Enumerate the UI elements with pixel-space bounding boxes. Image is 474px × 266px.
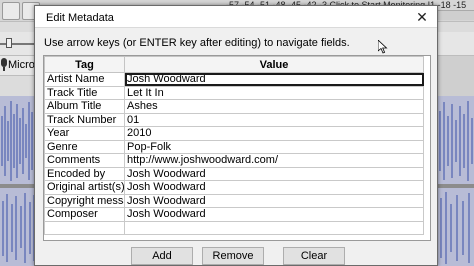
value-cell[interactable]	[124, 220, 424, 235]
tag-cell[interactable]: Copyright message	[44, 193, 125, 208]
value-cell[interactable]: Let It In	[124, 85, 424, 100]
value-cell[interactable]: 01	[124, 112, 424, 127]
value-cell[interactable]: Josh Woodward	[124, 193, 424, 208]
tag-cell[interactable]: Artist Name	[44, 72, 125, 87]
table-header-row: Tag Value	[44, 56, 424, 73]
value-cell[interactable]: Josh Woodward	[124, 166, 424, 181]
tag-cell[interactable]: Encoded by	[44, 166, 125, 181]
table-row[interactable]: Composer Josh Woodward	[44, 207, 424, 222]
clear-button[interactable]: Clear	[283, 247, 345, 265]
tag-cell[interactable]: Track Title	[44, 85, 125, 100]
volume-slider-knob[interactable]	[6, 38, 12, 48]
table-row[interactable]: Original artist(s) Josh Woodward	[44, 180, 424, 195]
tag-cell[interactable]: Original artist(s)	[44, 180, 125, 195]
table-row[interactable]: Copyright message Josh Woodward	[44, 193, 424, 208]
value-cell[interactable]: http://www.joshwoodward.com/	[124, 153, 424, 168]
tag-cell[interactable]: Composer	[44, 207, 125, 222]
dialog-title: Edit Metadata	[46, 12, 114, 24]
tag-cell[interactable]: Album Title	[44, 99, 125, 114]
metadata-grid[interactable]: Tag Value Artist Name Josh Woodward Trac…	[43, 55, 431, 241]
waveform-right	[437, 96, 474, 266]
table-row[interactable]: Year 2010	[44, 126, 424, 141]
column-header-value[interactable]: Value	[124, 56, 424, 73]
add-button[interactable]: Add	[131, 247, 193, 265]
table-row[interactable]: Artist Name Josh Woodward	[44, 72, 424, 87]
tag-cell[interactable]: Genre	[44, 139, 125, 154]
metadata-table: Tag Value Artist Name Josh Woodward Trac…	[44, 56, 424, 235]
toolbar-button[interactable]	[2, 2, 20, 20]
remove-button[interactable]: Remove	[202, 247, 264, 265]
value-cell[interactable]: Josh Woodward	[124, 207, 424, 222]
value-cell[interactable]: Pop-Folk	[124, 139, 424, 154]
value-cell[interactable]: 2010	[124, 126, 424, 141]
tag-cell[interactable]	[44, 220, 125, 235]
value-cell[interactable]: Ashes	[124, 99, 424, 114]
tag-cell[interactable]: Track Number	[44, 112, 125, 127]
tag-cell[interactable]: Year	[44, 126, 125, 141]
table-row[interactable]: Genre Pop-Folk	[44, 139, 424, 154]
value-cell[interactable]: Josh Woodward	[124, 180, 424, 195]
value-cell[interactable]: Josh Woodward	[124, 72, 424, 87]
table-row[interactable]: Track Number 01	[44, 112, 424, 127]
instructions-text: Use arrow keys (or ENTER key after editi…	[44, 37, 350, 49]
mouse-pointer-icon	[378, 40, 388, 54]
table-row[interactable]	[44, 220, 424, 235]
tag-cell[interactable]: Comments	[44, 153, 125, 168]
table-row[interactable]: Encoded by Josh Woodward	[44, 166, 424, 181]
table-row[interactable]: Album Title Ashes	[44, 99, 424, 114]
column-header-tag[interactable]: Tag	[44, 56, 125, 73]
dialog-titlebar[interactable]: Edit Metadata ✕	[35, 6, 437, 28]
table-row[interactable]: Track Title Let It In	[44, 85, 424, 100]
table-row[interactable]: Comments http://www.joshwoodward.com/	[44, 153, 424, 168]
microphone-icon	[1, 58, 7, 71]
close-icon[interactable]: ✕	[407, 6, 437, 28]
button-row: Add Remove Clear	[35, 247, 437, 265]
